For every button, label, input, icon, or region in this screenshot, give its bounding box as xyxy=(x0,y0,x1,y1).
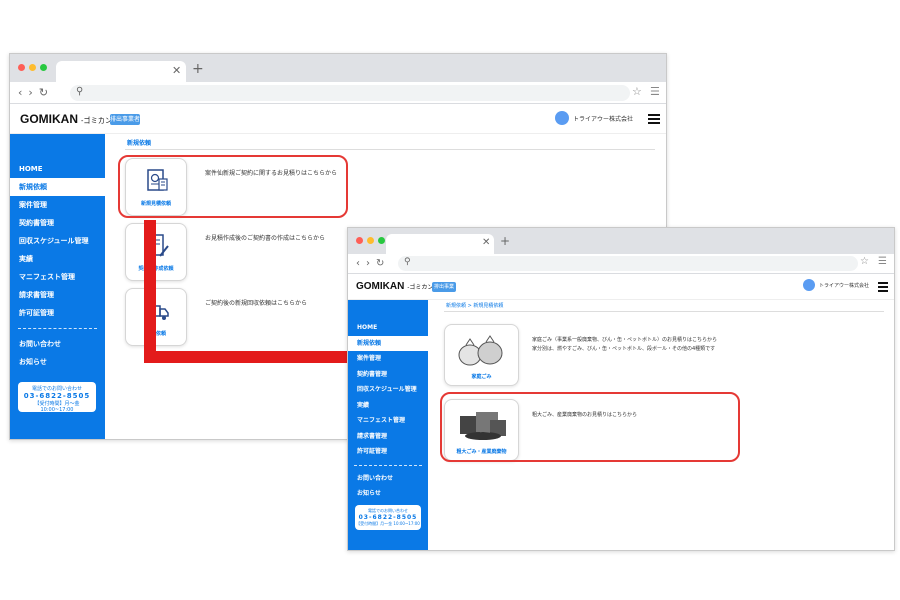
star-icon[interactable]: ☆ xyxy=(860,256,869,267)
forward-icon[interactable]: › xyxy=(366,258,370,269)
sidebar-item[interactable]: 新規依頼 xyxy=(348,335,428,351)
sidebar: HOME 新規依頼 案件管理 契約書管理 回収スケジュール管理 実績 マニフェスト管理 請求書… xyxy=(348,300,428,550)
browser-toolbar: ‹ › ↻ ⚲ ☆ ☰ xyxy=(348,254,894,274)
new-tab-icon[interactable]: + xyxy=(500,234,510,248)
highlight-box xyxy=(440,392,740,462)
role-badge: 排出事業者 xyxy=(432,282,456,300)
sidebar-item[interactable]: 回収スケジュール管理 xyxy=(348,382,428,398)
sidebar-item[interactable]: 請求書管理 xyxy=(348,429,428,445)
sidebar-item[interactable]: HOME xyxy=(348,320,428,336)
card-description-2: 家分別は、燃やすごみ、びん・缶・ペットボトル、段ボール・その他の4種類です xyxy=(532,346,716,352)
close-dot[interactable] xyxy=(356,237,363,244)
trash-bags-icon xyxy=(456,333,506,371)
sidebar-item[interactable]: 契約書管理 xyxy=(348,367,428,383)
sidebar-item[interactable]: マニフェスト管理 xyxy=(348,413,428,429)
avatar xyxy=(803,279,815,291)
zoom-dot[interactable] xyxy=(378,237,385,244)
sidebar-item[interactable]: 案件管理 xyxy=(348,351,428,367)
phone-contact[interactable]: 電話でのお問い合わせ 03-6822-8505 【受付時間】月～金 10:00~… xyxy=(355,505,421,530)
user-menu[interactable]: トライアウー株式会社 xyxy=(803,279,869,291)
reload-icon[interactable]: ↻ xyxy=(376,258,384,269)
breadcrumb[interactable]: 新規依頼 > 新規見積依頼 xyxy=(446,302,503,309)
logo[interactable]: GOMIKAN -ゴミカン- xyxy=(356,281,435,292)
waste-category-card[interactable]: 家庭ごみ xyxy=(444,324,519,386)
browser-tab[interactable]: ✕ xyxy=(386,234,494,254)
sidebar-item[interactable]: お問い合わせ xyxy=(348,471,428,487)
tab-bar: ✕ + xyxy=(348,228,894,254)
hamburger-icon[interactable] xyxy=(878,282,888,294)
close-icon[interactable]: ✕ xyxy=(482,237,490,248)
app-header: GOMIKAN -ゴミカン- 排出事業者 トライアウー株式会社 xyxy=(348,274,894,300)
address-bar[interactable]: ⚲ xyxy=(398,256,858,271)
sidebar-item[interactable]: 実績 xyxy=(348,398,428,414)
back-icon[interactable]: ‹ xyxy=(356,258,360,269)
minimize-dot[interactable] xyxy=(367,237,374,244)
browser-window-front: ✕ + ‹ › ↻ ⚲ ☆ ☰ GOMIKAN -ゴミカン- 排出事業者 トライア… xyxy=(347,227,895,551)
sidebar-item[interactable]: 許可証管理 xyxy=(348,444,428,460)
sidebar-item[interactable]: お知らせ xyxy=(348,486,428,502)
search-icon: ⚲ xyxy=(404,257,411,267)
menu-icon[interactable]: ☰ xyxy=(878,256,887,267)
divider xyxy=(354,464,422,466)
card-label: 家庭ごみ xyxy=(471,374,492,380)
card-description: 家庭ごみ（事業系一般廃棄物、びん・缶・ペットボトル）のお見積りはこちらから xyxy=(532,337,718,343)
